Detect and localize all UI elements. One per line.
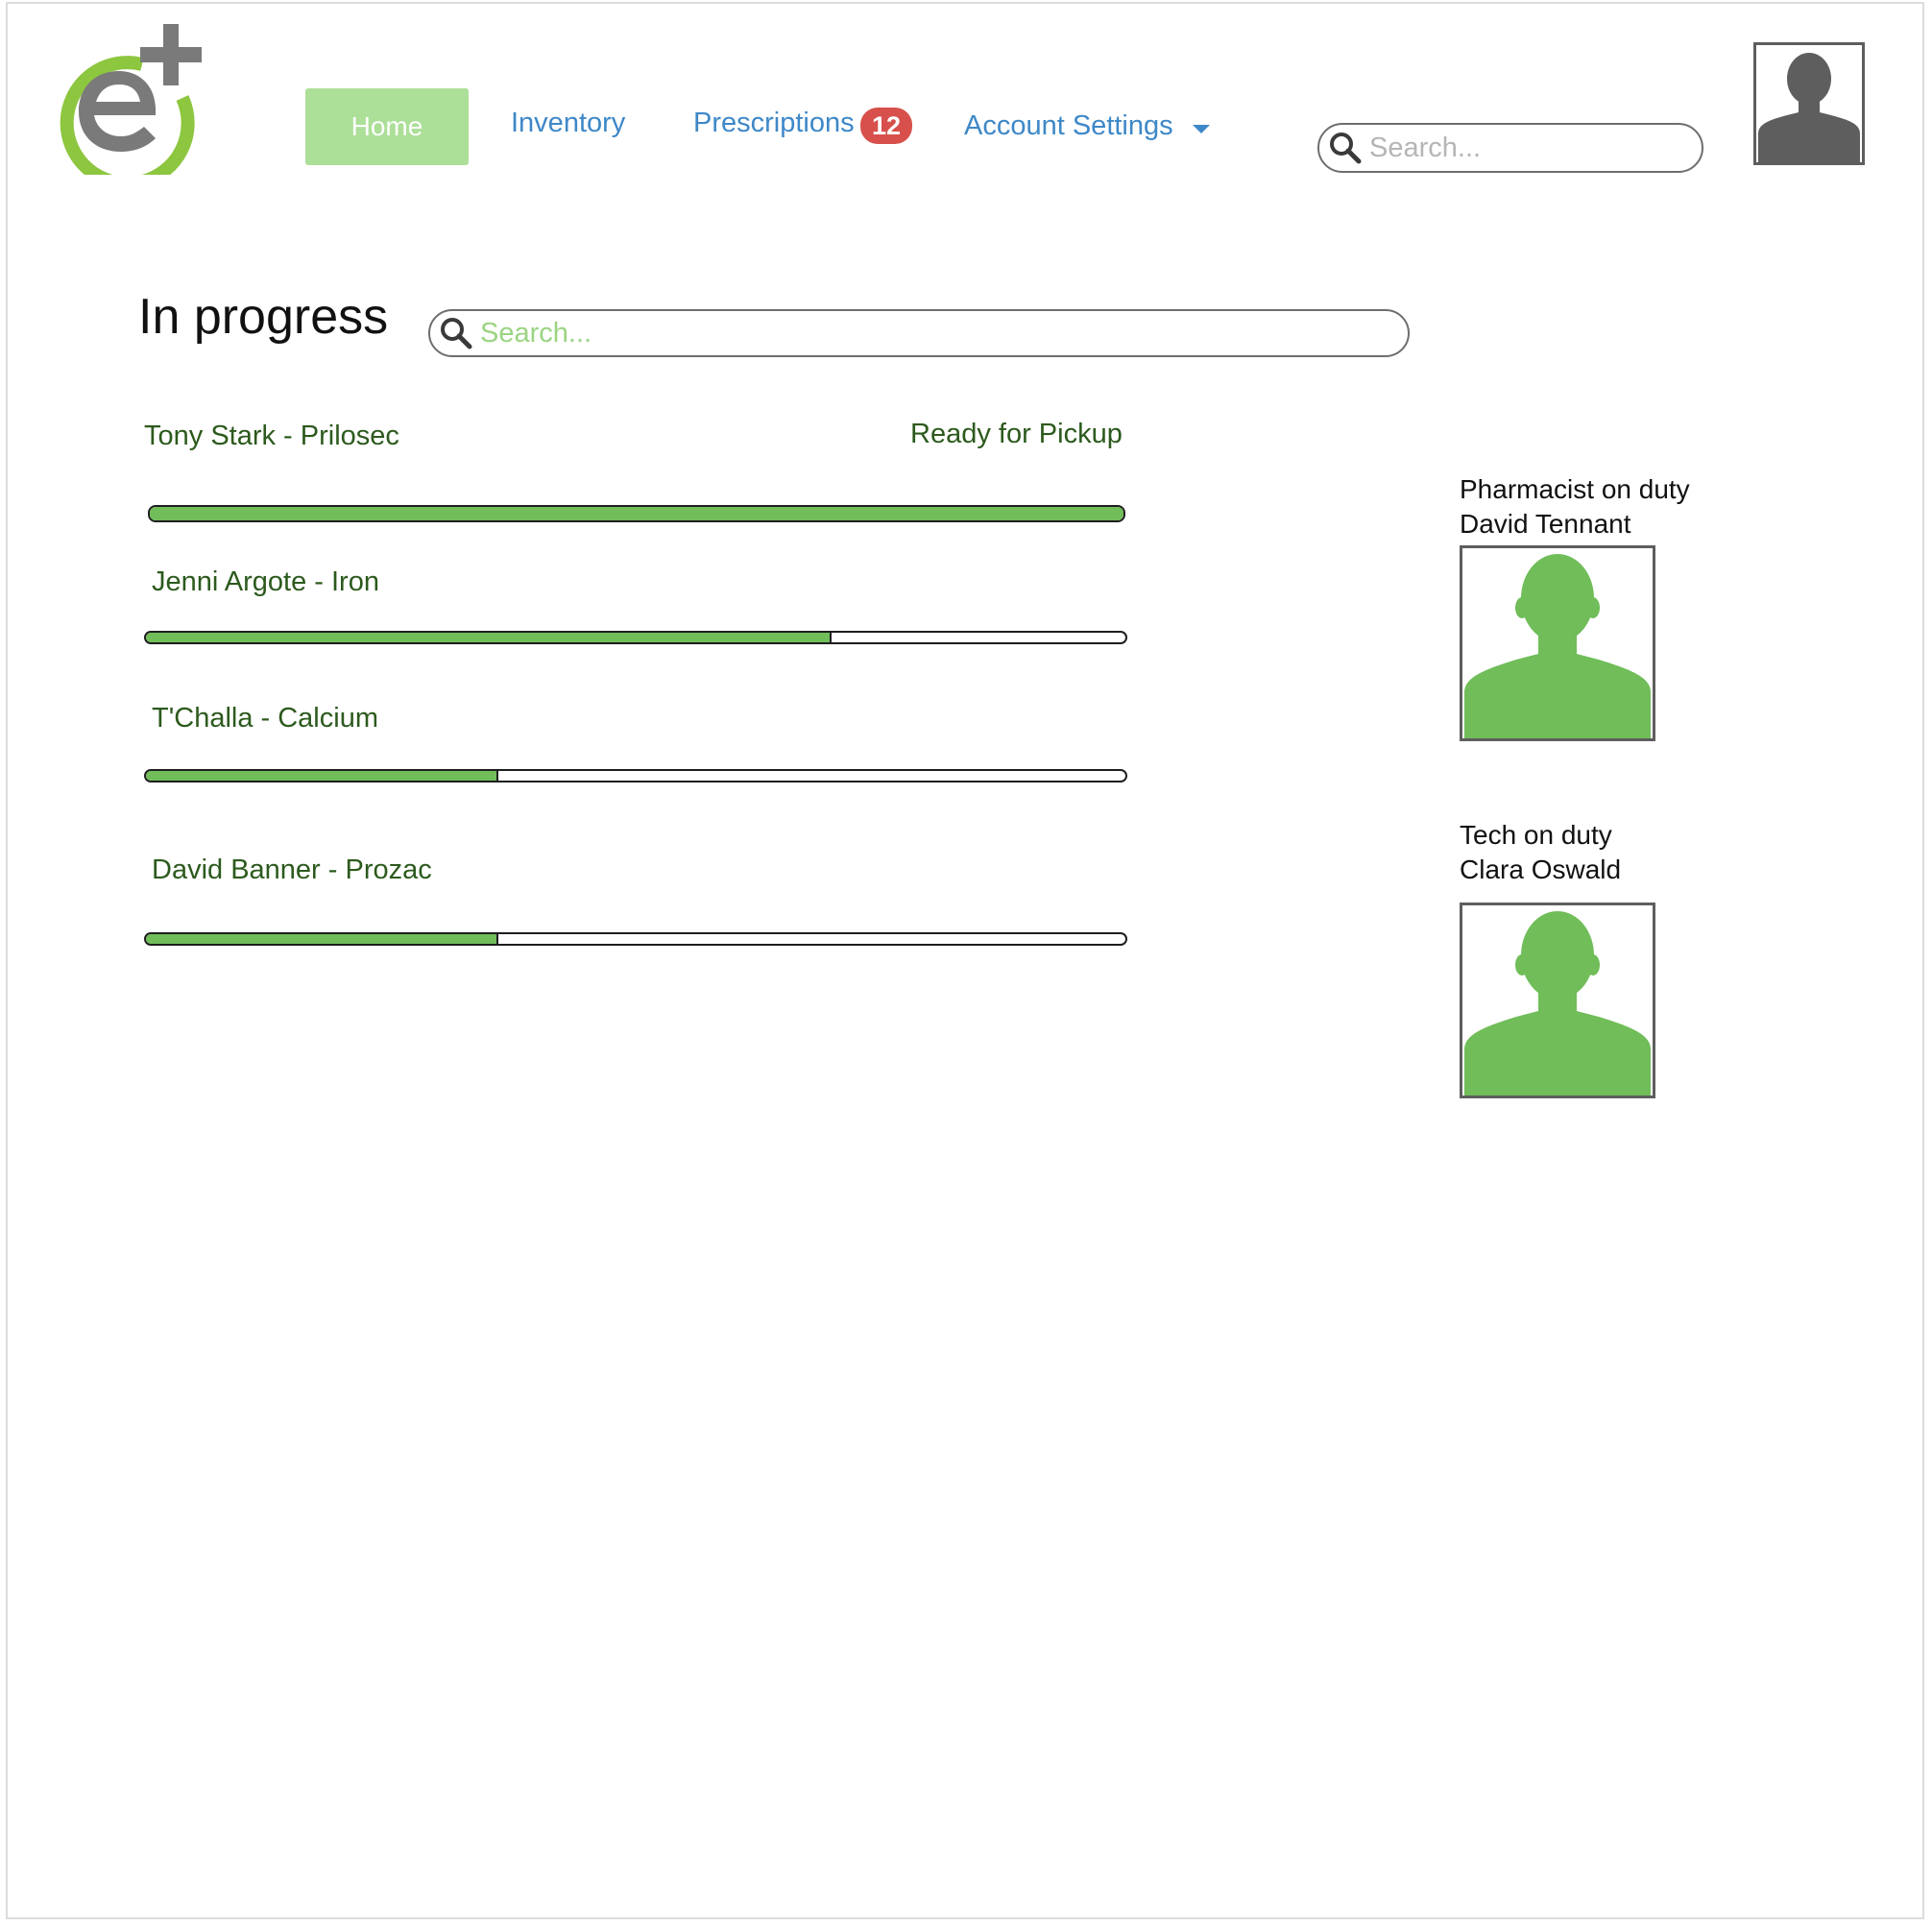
tech-avatar[interactable] (1460, 903, 1655, 1098)
status-label: Ready for Pickup (910, 419, 1123, 449)
list-item-label[interactable]: David Banner - Prozac (152, 855, 432, 886)
nav-prescriptions-link[interactable]: Prescriptions (693, 108, 855, 139)
progress-bar (144, 631, 1127, 644)
user-avatar[interactable] (1753, 42, 1865, 165)
list-item-label[interactable]: Tony Stark - Prilosec (144, 421, 399, 452)
user-silhouette-icon (1464, 911, 1651, 1095)
pharmacist-avatar[interactable] (1460, 545, 1655, 741)
progress-bar (144, 932, 1127, 946)
nav-home-button[interactable]: Home (305, 88, 469, 165)
prescriptions-search[interactable] (428, 309, 1410, 357)
page-title: In progress (138, 289, 389, 345)
tech-name: Clara Oswald (1460, 855, 1622, 884)
nav-account-settings-link[interactable]: Account Settings (964, 110, 1173, 142)
pharmacist-role-label: Pharmacist on duty (1460, 474, 1690, 504)
progress-bar (148, 505, 1125, 522)
prescriptions-search-input[interactable] (478, 311, 1396, 355)
progress-bar-fill (146, 633, 832, 642)
chevron-down-icon[interactable] (1193, 125, 1210, 133)
list-item-label[interactable]: Jenni Argote - Iron (152, 566, 379, 598)
progress-bar-fill (146, 934, 499, 944)
logo-icon[interactable] (36, 21, 209, 175)
search-icon (441, 318, 472, 349)
progress-bar-fill (146, 771, 499, 781)
header-search[interactable] (1317, 123, 1703, 173)
search-icon (1330, 132, 1362, 164)
header-search-input[interactable] (1367, 125, 1690, 171)
progress-bar-fill (150, 507, 1123, 520)
nav-inventory-link[interactable]: Inventory (511, 108, 625, 139)
list-item-label[interactable]: T'Challa - Calcium (152, 703, 378, 734)
prescriptions-count-badge: 12 (860, 108, 912, 144)
tech-role-label: Tech on duty (1460, 820, 1612, 850)
user-silhouette-icon (1758, 53, 1860, 162)
pharmacist-name: David Tennant (1460, 509, 1631, 539)
progress-bar (144, 769, 1127, 782)
user-silhouette-icon (1464, 554, 1651, 738)
